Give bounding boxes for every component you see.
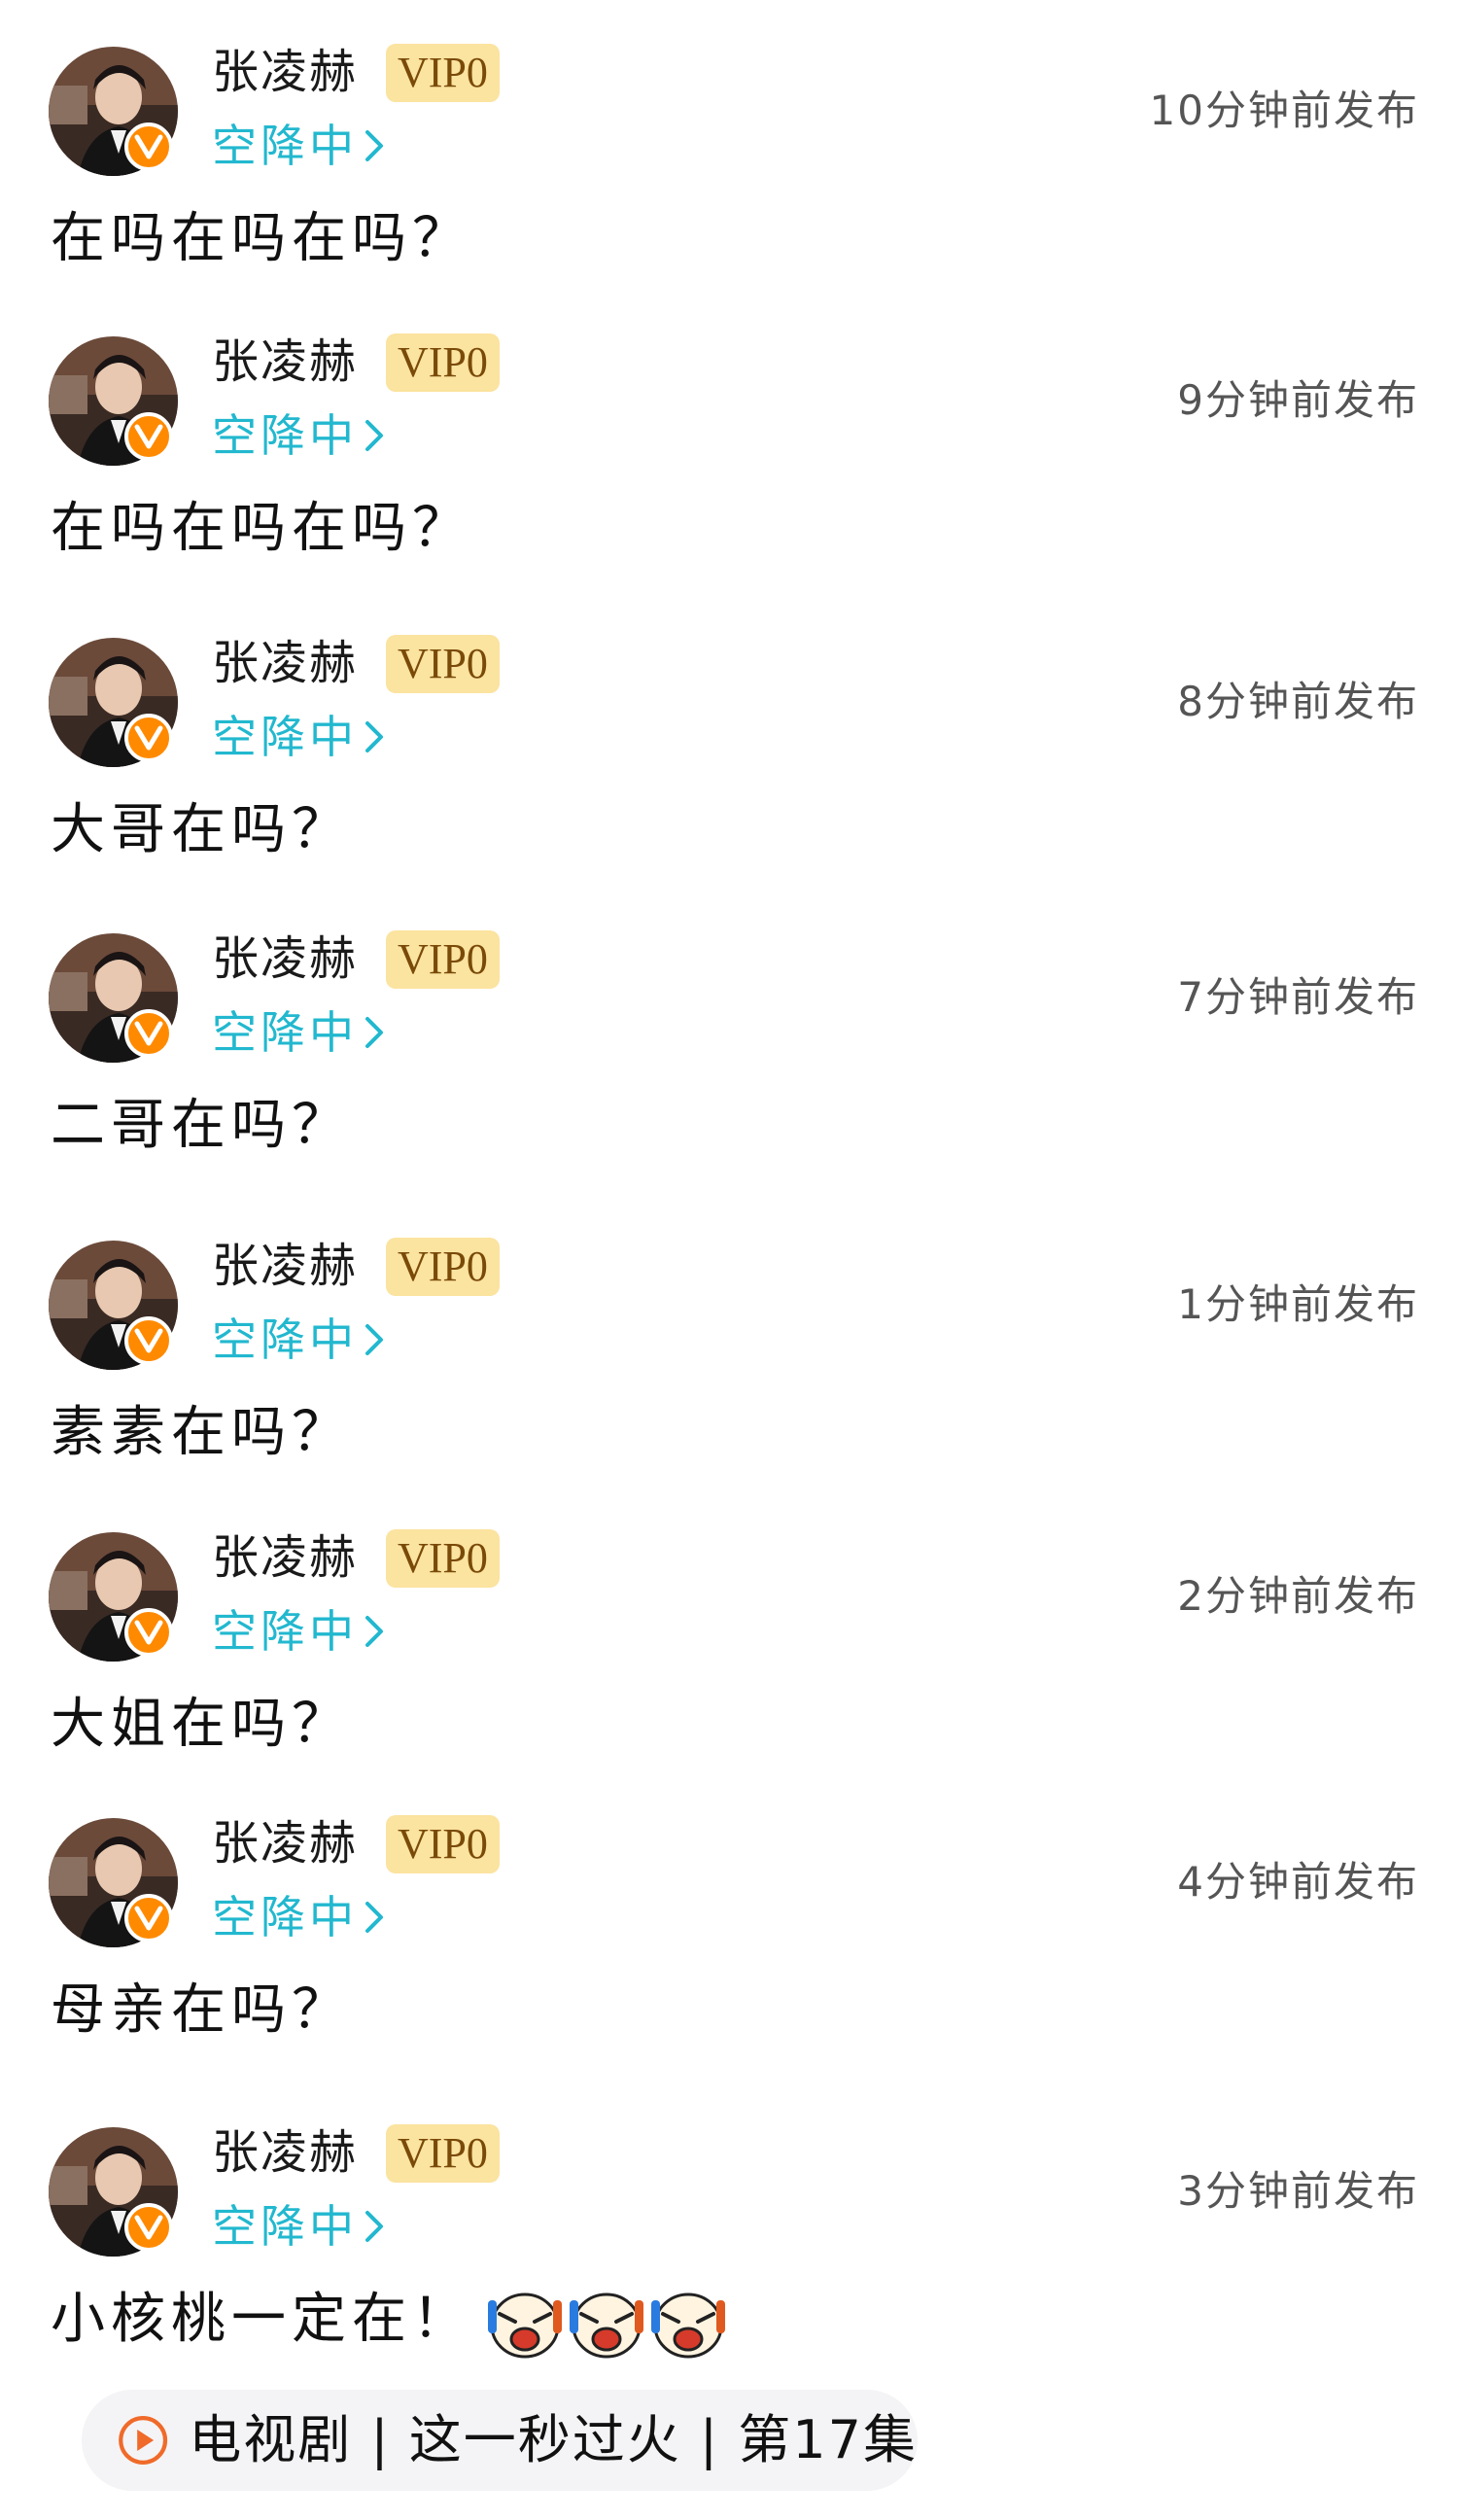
live-link-label: 空降中: [212, 1891, 358, 1943]
post-time: 2分钟前发布: [1177, 1572, 1419, 1620]
post-time: 1分钟前发布: [1177, 1280, 1419, 1328]
crying-face-emoji: [488, 2292, 562, 2359]
vip-badge: VIP0: [386, 1815, 500, 1873]
chevron-right-icon: [365, 1017, 383, 1048]
live-link-label: 空降中: [212, 1006, 358, 1059]
live-link[interactable]: 空降中: [212, 706, 385, 768]
avatar[interactable]: [49, 47, 178, 176]
live-link-label: 空降中: [212, 1313, 358, 1366]
post-time: 9分钟前发布: [1177, 376, 1419, 424]
vip-badge: VIP0: [386, 635, 500, 693]
username[interactable]: 张凌赫: [212, 632, 358, 694]
chevron-right-icon: [365, 1324, 383, 1355]
vip-badge: VIP0: [386, 44, 500, 102]
username[interactable]: 张凌赫: [212, 1526, 358, 1589]
post-time: 3分钟前发布: [1177, 2167, 1419, 2215]
avatar[interactable]: [49, 336, 178, 466]
chevron-right-icon: [365, 721, 383, 752]
post-message-text: 小核桃一定在！: [51, 2288, 472, 2351]
crying-face-emoji: [651, 2292, 725, 2359]
post-message: 母亲在吗？: [51, 1978, 352, 2042]
post-message: 在吗在吗在吗？: [51, 207, 472, 270]
live-link[interactable]: 空降中: [212, 1001, 385, 1064]
post-message: 大姐在吗？: [51, 1693, 352, 1756]
verified-icon: [124, 1009, 173, 1058]
live-link[interactable]: 空降中: [212, 1600, 385, 1662]
vip-badge: VIP0: [386, 930, 500, 989]
avatar[interactable]: [49, 638, 178, 767]
username[interactable]: 张凌赫: [212, 928, 358, 990]
post-message: 素素在吗？: [51, 1401, 352, 1464]
chevron-right-icon: [365, 420, 383, 451]
avatar[interactable]: [49, 933, 178, 1063]
chevron-right-icon: [365, 130, 383, 161]
username[interactable]: 张凌赫: [212, 2121, 358, 2184]
post-time: 7分钟前发布: [1177, 973, 1419, 1021]
username[interactable]: 张凌赫: [212, 1812, 358, 1874]
verified-icon: [124, 122, 173, 171]
emoji-group: [486, 2285, 731, 2361]
live-link-label: 空降中: [212, 2200, 358, 2253]
vip-badge: VIP0: [386, 1238, 500, 1296]
avatar[interactable]: [49, 1241, 178, 1370]
live-link[interactable]: 空降中: [212, 404, 385, 467]
live-link-label: 空降中: [212, 120, 358, 172]
vip-badge: VIP0: [386, 333, 500, 392]
episode-label: 电视剧 | 这一秒过火 | 第17集: [189, 2409, 918, 2470]
verified-icon: [124, 714, 173, 762]
live-link[interactable]: 空降中: [212, 115, 385, 177]
post-time: 10分钟前发布: [1149, 87, 1419, 134]
username[interactable]: 张凌赫: [212, 1235, 358, 1297]
chevron-right-icon: [365, 1902, 383, 1933]
vip-badge: VIP0: [386, 1529, 500, 1588]
verified-icon: [124, 2203, 173, 2252]
episode-link[interactable]: 电视剧 | 这一秒过火 | 第17集: [82, 2390, 918, 2491]
verified-icon: [124, 1316, 173, 1365]
post-time: 8分钟前发布: [1177, 678, 1419, 725]
verified-icon: [124, 1608, 173, 1657]
live-link-label: 空降中: [212, 1605, 358, 1658]
avatar[interactable]: [49, 1818, 178, 1947]
post-message: 在吗在吗在吗？: [51, 497, 472, 560]
avatar[interactable]: [49, 2127, 178, 2257]
username[interactable]: 张凌赫: [212, 331, 358, 393]
vip-badge: VIP0: [386, 2124, 500, 2183]
live-link-label: 空降中: [212, 711, 358, 763]
live-link-label: 空降中: [212, 409, 358, 462]
chevron-right-icon: [365, 1616, 383, 1647]
play-circle-icon: [119, 2416, 168, 2465]
live-link[interactable]: 空降中: [212, 1309, 385, 1371]
chevron-right-icon: [365, 2211, 383, 2242]
avatar[interactable]: [49, 1532, 178, 1662]
live-link[interactable]: 空降中: [212, 2195, 385, 2258]
username[interactable]: 张凌赫: [212, 41, 358, 103]
live-link[interactable]: 空降中: [212, 1886, 385, 1948]
crying-face-emoji: [570, 2292, 643, 2359]
post-message: 小核桃一定在！: [51, 2283, 731, 2361]
post-time: 4分钟前发布: [1177, 1858, 1419, 1906]
verified-icon: [124, 412, 173, 461]
verified-icon: [124, 1894, 173, 1942]
post-message: 大哥在吗？: [51, 798, 352, 861]
post-message: 二哥在吗？: [51, 1094, 352, 1157]
